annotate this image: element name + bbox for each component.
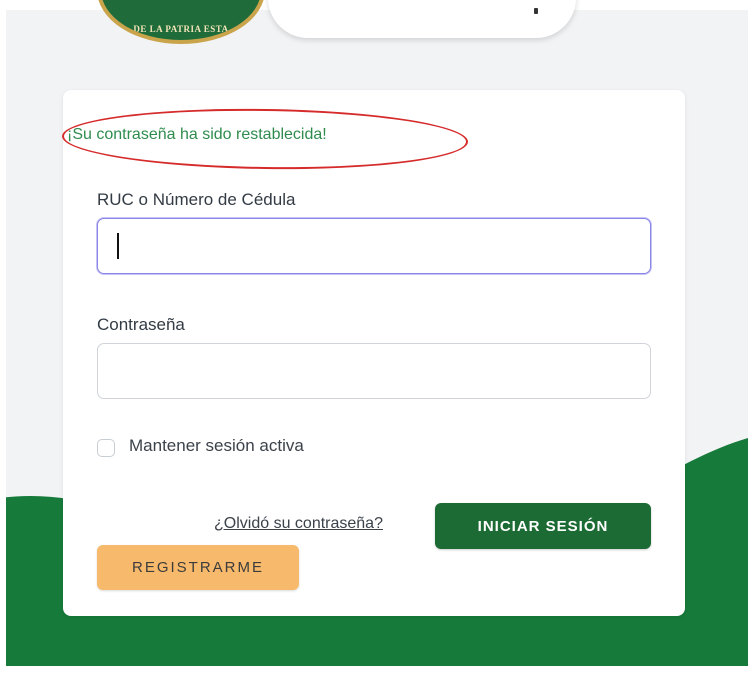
text-cursor [117,233,119,259]
remember-checkbox[interactable] [97,439,115,457]
password-input[interactable] [97,343,651,399]
page-edge-bottom [0,666,748,679]
ruc-input[interactable] [97,218,651,274]
register-button[interactable]: REGISTRARME [97,545,299,590]
login-card: ¡Su contraseña ha sido restablecida! RUC… [61,90,685,616]
chevron-icon [534,8,538,14]
remember-label[interactable]: Mantener sesión activa [129,436,304,456]
login-button[interactable]: INICIAR SESIÓN [435,503,651,549]
seal-text: DE LA PATRIA ESTA [133,24,229,34]
header-pill [268,0,576,38]
password-label: Contraseña [97,315,185,334]
page-edge-left [0,0,6,679]
success-message: ¡Su contraseña ha sido restablecida! [67,126,327,143]
forgot-password-link[interactable]: ¿Olvidó su contraseña? [214,515,383,533]
ruc-label: RUC o Número de Cédula [97,190,296,209]
